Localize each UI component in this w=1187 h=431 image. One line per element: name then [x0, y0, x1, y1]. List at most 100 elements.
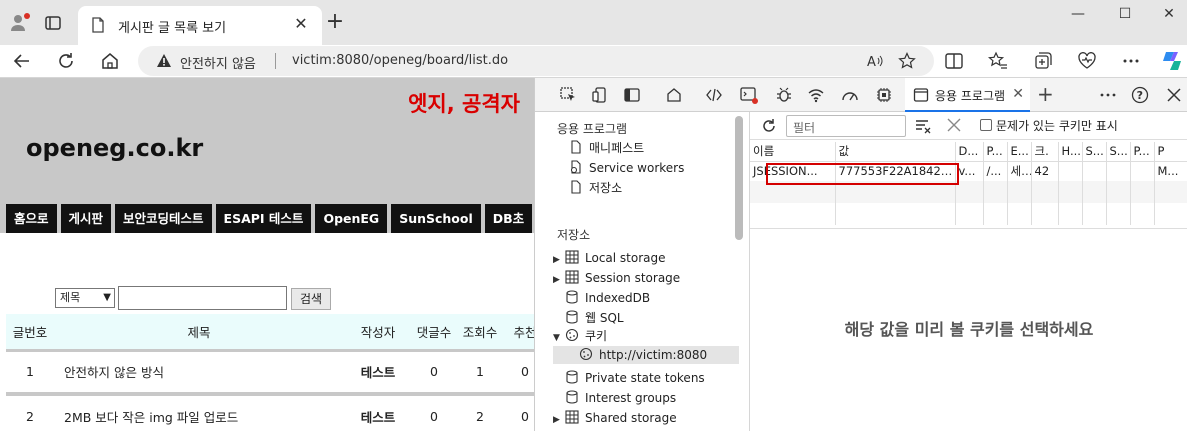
col-header-samesite[interactable]: S... [1106, 142, 1131, 162]
col-header-expires[interactable]: E... [1007, 142, 1032, 162]
favorites-icon[interactable] [988, 51, 1008, 71]
cookie-secure[interactable] [1082, 161, 1107, 181]
nav-home[interactable]: 홈으로 [6, 204, 57, 233]
col-header-partition[interactable]: P... [1130, 142, 1155, 162]
nav-sunschool[interactable]: SunSchool [391, 204, 481, 233]
profile-avatar-icon[interactable] [8, 11, 32, 35]
tab-close-icon[interactable]: ✕ [1012, 86, 1024, 102]
sidebar-item-service-workers[interactable]: Service workers [569, 158, 684, 178]
sidebar-item-shared-storage[interactable]: ▶ Shared storage [553, 408, 677, 428]
expand-triangle-icon[interactable]: ▶ [553, 250, 565, 270]
row-title-link[interactable]: 2MB 보다 작은 img 파일 업로드 [54, 394, 344, 431]
url-text[interactable]: victim:8080/openeg/board/list.do [292, 53, 508, 68]
device-icon[interactable] [591, 86, 609, 104]
issues-only-checkbox[interactable] [980, 119, 992, 131]
sidebar-scrollbar[interactable] [735, 116, 743, 240]
minimize-button[interactable]: — [1063, 6, 1093, 28]
favorite-star-icon[interactable] [898, 52, 916, 70]
back-arrow-icon[interactable] [9, 49, 35, 73]
col-header-httponly[interactable]: H... [1058, 142, 1083, 162]
tab-close-icon[interactable]: ✕ [292, 15, 310, 33]
sidebar-item-storage-overview[interactable]: 저장소 [569, 178, 622, 198]
cookie-samesite[interactable] [1106, 161, 1131, 181]
database-icon [566, 390, 578, 404]
sources-icon[interactable] [775, 86, 793, 104]
tab-application[interactable]: 응용 프로그램 ✕ [905, 78, 1030, 112]
cookie-priority[interactable]: M... [1154, 161, 1187, 181]
col-header-size[interactable]: 크. [1031, 142, 1059, 162]
collapse-triangle-icon[interactable]: ▼ [553, 328, 565, 348]
collections-icon[interactable] [1033, 51, 1053, 71]
issues-only-label[interactable]: 문제가 있는 쿠키만 표시 [996, 117, 1118, 134]
table-row[interactable]: 1 안전하지 않은 방식 테스트 0 1 0 [6, 350, 534, 396]
add-panel-button[interactable]: + [1037, 82, 1054, 106]
col-header-value[interactable]: 값 [835, 142, 956, 162]
elements-icon[interactable] [705, 86, 723, 104]
close-window-button[interactable]: ✕ [1154, 6, 1184, 28]
expand-triangle-icon[interactable]: ▶ [553, 270, 565, 290]
workspaces-icon[interactable] [44, 14, 62, 32]
sidebar-item-local-storage[interactable]: ▶ Local storage [553, 248, 666, 268]
network-icon[interactable] [807, 86, 825, 104]
dock-icon[interactable] [623, 86, 641, 104]
expand-triangle-icon[interactable]: ▶ [553, 410, 565, 430]
row-title-link[interactable]: 안전하지 않은 방식 [54, 350, 344, 396]
search-type-select[interactable]: 제목 ▼ [55, 288, 115, 308]
read-aloud-icon[interactable]: A [866, 52, 884, 70]
security-warning-label[interactable]: 안전하지 않음 [180, 53, 256, 72]
maximize-button[interactable]: ☐ [1110, 6, 1140, 28]
nav-secure-coding-test[interactable]: 보안코딩테스트 [115, 204, 212, 233]
memory-icon[interactable] [875, 86, 893, 104]
browser-tab[interactable]: 게시판 글 목록 보기 ✕ [78, 6, 322, 45]
sidebar-item-manifest[interactable]: 매니페스트 [569, 138, 644, 158]
nav-db[interactable]: DB초 [484, 204, 533, 233]
more-tools-icon[interactable] [1099, 86, 1117, 104]
table-row[interactable]: 2 2MB 보다 작은 img 파일 업로드 테스트 0 2 0 [6, 394, 534, 431]
console-icon[interactable] [740, 86, 758, 104]
col-header-priority[interactable]: P [1154, 142, 1187, 162]
help-icon[interactable]: ? [1131, 86, 1149, 104]
new-tab-button[interactable]: + [324, 11, 346, 34]
close-devtools-icon[interactable] [1165, 86, 1183, 104]
home-icon[interactable] [97, 49, 123, 73]
browser-essentials-icon[interactable] [1077, 51, 1097, 71]
col-header-domain[interactable]: D... [955, 142, 984, 162]
delete-icon[interactable] [946, 117, 962, 133]
inspect-icon[interactable] [559, 86, 577, 104]
url-field[interactable]: 안전하지 않음 victim:8080/openeg/board/list.do… [138, 46, 934, 76]
warning-triangle-icon[interactable] [156, 53, 172, 69]
nav-openeg[interactable]: OpenEG [315, 204, 388, 233]
search-button[interactable]: 검색 [291, 288, 331, 310]
nav-board[interactable]: 게시판 [60, 204, 112, 233]
clear-filter-icon[interactable] [914, 117, 932, 135]
cookie-path[interactable]: /... [983, 161, 1008, 181]
sidebar-item-session-storage[interactable]: ▶ Session storage [553, 268, 680, 288]
refresh-icon[interactable] [760, 117, 778, 135]
more-options-icon[interactable] [1121, 51, 1141, 71]
cookie-expires[interactable]: 세... [1007, 161, 1032, 181]
cookie-domain[interactable]: v... [955, 161, 984, 181]
refresh-icon[interactable] [53, 49, 79, 73]
sidebar-item-indexeddb[interactable]: IndexedDB [565, 288, 650, 308]
filter-input[interactable]: 필터 [786, 115, 906, 137]
sidebar-item-interest-groups[interactable]: Interest groups [565, 388, 676, 408]
split-screen-icon[interactable] [944, 51, 964, 71]
cookie-httponly[interactable] [1058, 161, 1083, 181]
sidebar-item-web-sql[interactable]: 웹 SQL [565, 308, 624, 328]
col-header-secure[interactable]: S... [1082, 142, 1107, 162]
sidebar-item-cookie-origin[interactable]: http://victim:8080 [579, 345, 707, 365]
row-comments: 0 [412, 350, 456, 396]
col-header-path[interactable]: P... [983, 142, 1008, 162]
col-header-name[interactable]: 이름 [750, 142, 836, 162]
performance-icon[interactable] [841, 86, 859, 104]
cookie-partition[interactable] [1130, 161, 1155, 181]
sidebar-item-private-state-tokens[interactable]: Private state tokens [565, 368, 705, 388]
copilot-icon[interactable] [1160, 49, 1184, 73]
nav-esapi-test[interactable]: ESAPI 테스트 [215, 204, 312, 233]
preview-divider[interactable] [750, 228, 1187, 229]
home-icon[interactable] [665, 86, 683, 104]
cookie-size[interactable]: 42 [1031, 161, 1059, 181]
search-input[interactable] [118, 286, 287, 310]
sidebar-item-cookies[interactable]: ▼ 쿠키 [553, 326, 607, 346]
grid-table-icon [565, 250, 579, 264]
